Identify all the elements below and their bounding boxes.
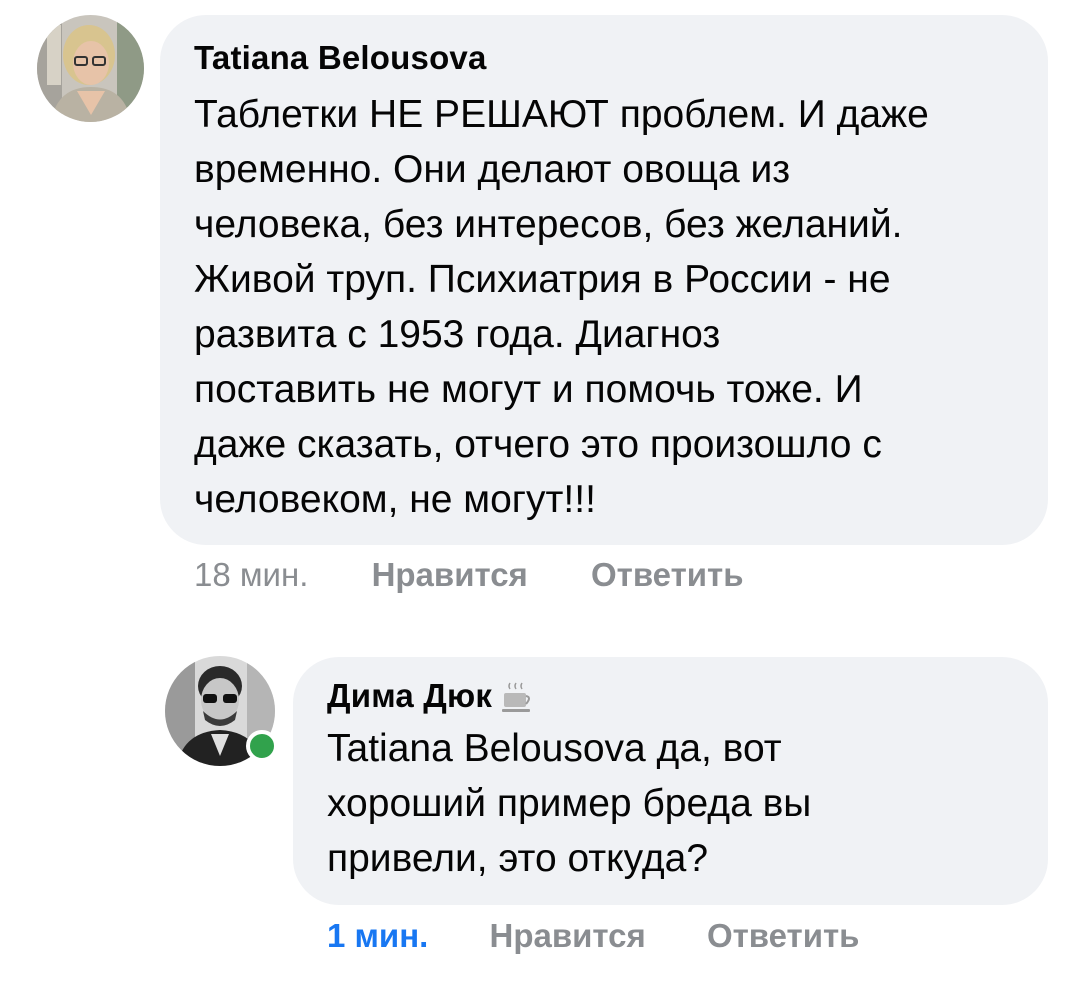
comment-text: Tatiana Belousova да, вот хороший пример… [327,727,812,881]
comment-author[interactable]: Tatiana Belousova [194,39,1016,77]
comment-actions: 1 мин. Нравится Ответить [327,917,859,955]
like-button[interactable]: Нравится [490,917,646,955]
avatar-tatiana[interactable] [37,15,144,122]
reply-button[interactable]: Ответить [591,556,744,594]
reply-button[interactable]: Ответить [707,917,860,955]
comment-actions: 18 мин. Нравится Ответить [194,556,744,594]
comment-author: Дима Дюк [327,677,1016,715]
comment-time[interactable]: 1 мин. [327,917,428,955]
comment-bubble[interactable]: Tatiana Belousova Таблетки НЕ РЕШАЮТ про… [160,15,1048,545]
comment-text: Таблетки НЕ РЕШАЮТ проблем. И даже време… [194,93,929,521]
online-status-indicator [246,730,278,762]
comment-time[interactable]: 18 мин. [194,556,308,594]
coffee-cup-icon [500,681,534,715]
comment-author-name[interactable]: Дима Дюк [327,677,492,714]
comment-bubble[interactable]: Дима Дюк Tatiana Belousova да, вот хорош… [293,657,1048,905]
like-button[interactable]: Нравится [372,556,528,594]
